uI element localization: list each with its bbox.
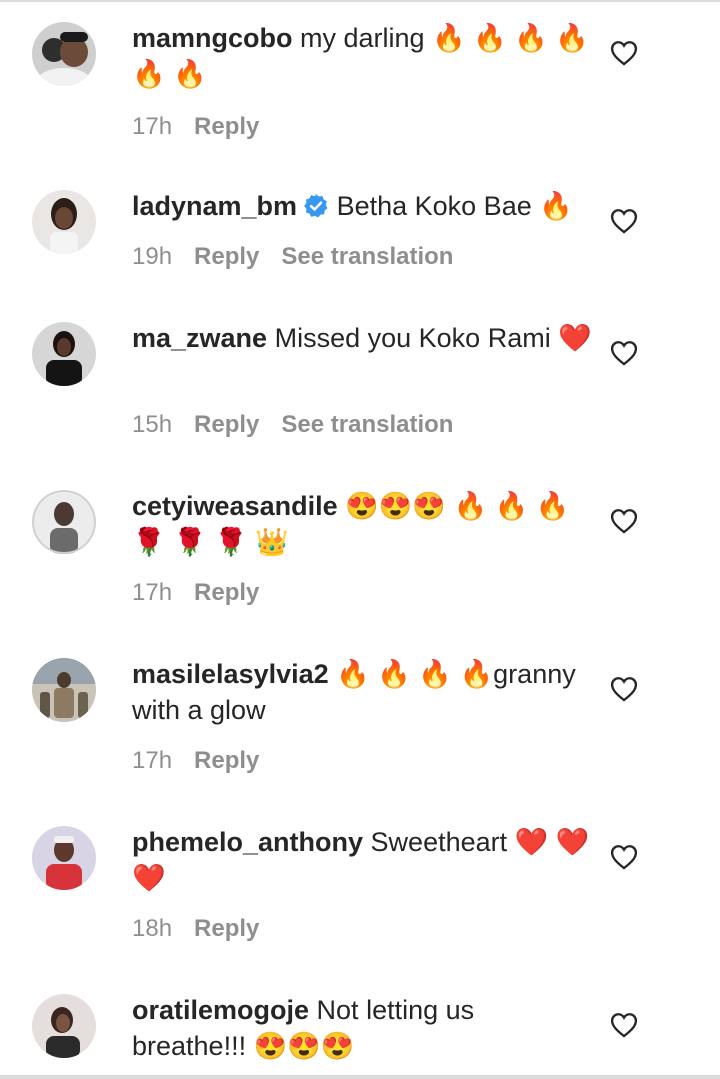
heart-outline-icon[interactable] [610,844,638,870]
comment-meta: 19h Reply See translation [132,242,453,272]
comment-username[interactable]: masilelasylvia2 [132,659,329,689]
heart-outline-icon[interactable] [610,1012,638,1038]
avatar[interactable] [32,994,96,1058]
comment-time: 17h [132,113,173,140]
comment-username[interactable]: phemelo_anthony [132,827,363,857]
heart-outline-icon[interactable] [610,40,638,66]
heart-outline-icon[interactable] [610,340,638,366]
heart-outline-icon[interactable] [610,676,638,702]
heart-outline-icon[interactable] [610,208,638,234]
verified-badge-icon [304,194,328,218]
avatar[interactable] [32,490,96,554]
comment-time: 18h [132,915,173,942]
bottom-divider [0,1075,720,1079]
reply-button[interactable]: Reply [194,579,259,606]
comment-body: ladynam_bm Betha Koko Bae 🔥 [132,188,592,224]
comment-time: 15h [132,411,173,438]
comment-username[interactable]: oratilemogoje [132,995,309,1025]
comment-time: 17h [132,579,173,606]
comment-body: mamngcobo my darling 🔥 🔥 🔥 🔥 🔥 🔥 [132,20,592,92]
comment-username[interactable]: ladynam_bm [132,191,297,221]
comment-username[interactable]: cetyiweasandile [132,491,338,521]
comment-meta: 15h Reply See translation [132,410,453,440]
avatar[interactable] [32,826,96,890]
comment-body: phemelo_anthony Sweetheart ❤️ ❤️❤️ [132,824,592,896]
reply-button[interactable]: Reply [194,747,259,774]
see-translation-button[interactable]: See translation [281,411,453,438]
avatar[interactable] [32,322,96,386]
avatar[interactable] [32,190,96,254]
comment-body: cetyiweasandile 😍😍😍 🔥 🔥 🔥 🌹 🌹 🌹 👑 [132,488,592,560]
comment-body: oratilemogoje Not letting us breathe!!! … [132,992,592,1064]
comment-username[interactable]: mamngcobo [132,23,293,53]
heart-outline-icon[interactable] [610,508,638,534]
comment-meta: 17h Reply [132,746,259,776]
see-translation-button[interactable]: See translation [281,243,453,270]
comment-text: Betha Koko Bae 🔥 [336,191,573,221]
comment-body: ma_zwane Missed you Koko Rami ❤️ [132,320,592,356]
avatar[interactable] [32,658,96,722]
comment-username[interactable]: ma_zwane [132,323,267,353]
avatar[interactable] [32,22,96,86]
reply-button[interactable]: Reply [194,411,259,438]
comment-meta: 17h Reply [132,112,259,142]
comment-text: Missed you Koko Rami ❤️ [274,323,592,353]
comment-meta: 18h Reply [132,914,259,944]
reply-button[interactable]: Reply [194,113,259,140]
comment-body: masilelasylvia2 🔥 🔥 🔥 🔥granny with a glo… [132,656,592,728]
comment-meta: 17h Reply [132,578,259,608]
reply-button[interactable]: Reply [194,915,259,942]
comment-time: 17h [132,747,173,774]
top-divider [0,0,720,2]
comment-time: 19h [132,243,173,270]
reply-button[interactable]: Reply [194,243,259,270]
